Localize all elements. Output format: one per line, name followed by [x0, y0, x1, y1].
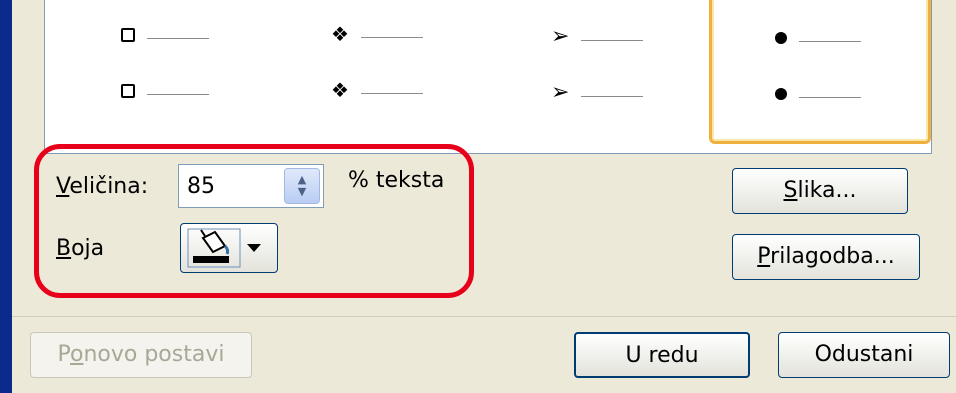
- bullet-option-square[interactable]: [121, 28, 209, 42]
- picture-button[interactable]: Slika...: [732, 168, 908, 214]
- four-diamond-bullet-icon: ❖: [331, 22, 349, 46]
- bullet-gallery: ❖ ➢ ❖ ➢: [44, 0, 932, 154]
- bullet-option-square[interactable]: [121, 84, 209, 98]
- four-diamond-bullet-icon: ❖: [331, 78, 349, 102]
- cancel-button[interactable]: Odustani: [778, 332, 950, 378]
- selected-bullet-highlight: [709, 0, 931, 144]
- divider: [12, 316, 956, 317]
- bullet-option-diamond[interactable]: ❖: [331, 24, 423, 44]
- bullet-option-arrow[interactable]: ➢: [551, 24, 644, 49]
- customize-button[interactable]: Prilagodba...: [732, 234, 920, 280]
- arrowhead-bullet-icon: ➢: [551, 80, 570, 105]
- bullet-option-diamond[interactable]: ❖: [331, 80, 423, 100]
- reset-button[interactable]: Ponovo postavi: [30, 332, 252, 378]
- annotation-highlight-box: [34, 144, 474, 298]
- arrowhead-bullet-icon: ➢: [551, 24, 570, 49]
- bullet-option-arrow[interactable]: ➢: [551, 80, 644, 105]
- ok-button[interactable]: U redu: [574, 332, 750, 378]
- square-bullet-icon: [121, 28, 135, 42]
- square-bullet-icon: [121, 84, 135, 98]
